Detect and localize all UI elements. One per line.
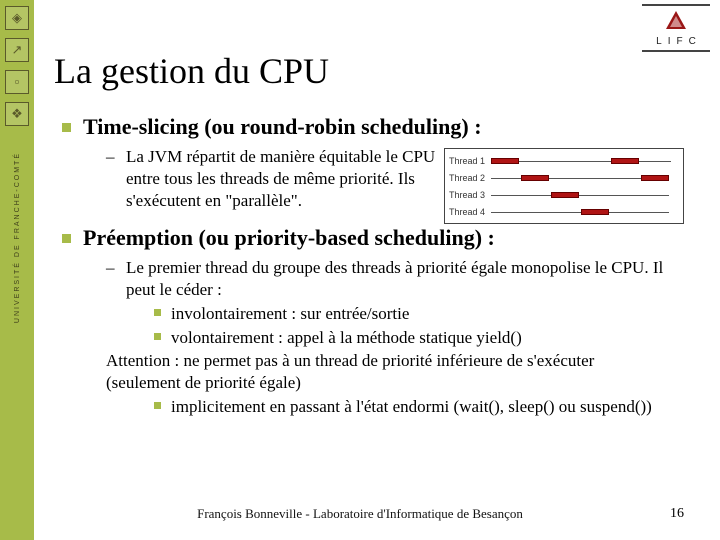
slide-content: La gestion du CPU Time-slicing (ou round… bbox=[54, 50, 694, 420]
bullet-text: implicitement en passant à l'état endorm… bbox=[171, 396, 652, 418]
square-bullet-icon bbox=[154, 402, 161, 409]
bullet-text: involontairement : sur entrée/sortie bbox=[171, 303, 409, 325]
slide: ◈ ↗ ▫ ❖ UNIVERSITÉ DE FRANCHE-COMTÉ LIFC… bbox=[0, 0, 720, 540]
footer-text: François Bonneville - Laboratoire d'Info… bbox=[0, 506, 720, 522]
sidebar-deco-icon: ↗ bbox=[5, 38, 29, 62]
dash-bullet-icon: – bbox=[106, 146, 116, 168]
page-number: 16 bbox=[670, 506, 684, 522]
square-bullet-icon bbox=[154, 333, 161, 340]
square-bullet-icon bbox=[62, 234, 71, 243]
sidebar-vertical-label: UNIVERSITÉ DE FRANCHE-COMTÉ bbox=[14, 152, 21, 323]
sidebar-deco-icon: ▫ bbox=[5, 70, 29, 94]
square-bullet-icon bbox=[154, 309, 161, 316]
lifc-logo: LIFC bbox=[642, 4, 710, 52]
diagram-row-label: Thread 3 bbox=[449, 190, 491, 200]
section-1-heading: Time-slicing (ou round-robin scheduling)… bbox=[62, 114, 694, 140]
logo-letters: LIFC bbox=[650, 36, 702, 47]
section-2-heading: Préemption (ou priority-based scheduling… bbox=[62, 225, 694, 251]
diagram-row: Thread 2 bbox=[449, 169, 679, 186]
section-2-bullet: involontairement : sur entrée/sortie bbox=[154, 303, 694, 325]
thread-diagram: Thread 1 Thread 2 bbox=[444, 148, 684, 224]
bullet-text: volontairement : appel à la méthode stat… bbox=[171, 327, 522, 349]
diagram-row-label: Thread 4 bbox=[449, 207, 491, 217]
paragraph-text: La JVM répartit de manière équitable le … bbox=[126, 146, 436, 211]
section-2-bullet: volontairement : appel à la méthode stat… bbox=[154, 327, 694, 349]
diagram-row-label: Thread 2 bbox=[449, 173, 491, 183]
diagram-row: Thread 4 bbox=[449, 203, 679, 220]
diagram-row: Thread 3 bbox=[449, 186, 679, 203]
sidebar-deco-icon: ❖ bbox=[5, 102, 29, 126]
logo-shape-icon bbox=[662, 9, 690, 31]
section-2-bullet: implicitement en passant à l'état endorm… bbox=[154, 396, 694, 418]
section-2-sub: – Le premier thread du groupe des thread… bbox=[106, 257, 694, 301]
slide-title: La gestion du CPU bbox=[54, 50, 694, 92]
diagram-row-label: Thread 1 bbox=[449, 156, 491, 166]
sidebar-deco-icon: ◈ bbox=[5, 6, 29, 30]
diagram-row: Thread 1 bbox=[449, 152, 679, 169]
dash-bullet-icon: – bbox=[106, 257, 116, 279]
paragraph-text: Attention : ne permet pas à un thread de… bbox=[106, 350, 666, 394]
square-bullet-icon bbox=[62, 123, 71, 132]
heading-text: Préemption (ou priority-based scheduling… bbox=[83, 225, 495, 251]
section-2-warning: – Attention : ne permet pas à un thread … bbox=[106, 350, 694, 394]
heading-text: Time-slicing (ou round-robin scheduling)… bbox=[83, 114, 482, 140]
left-sidebar: ◈ ↗ ▫ ❖ UNIVERSITÉ DE FRANCHE-COMTÉ bbox=[0, 0, 34, 540]
paragraph-text: Le premier thread du groupe des threads … bbox=[126, 258, 663, 299]
